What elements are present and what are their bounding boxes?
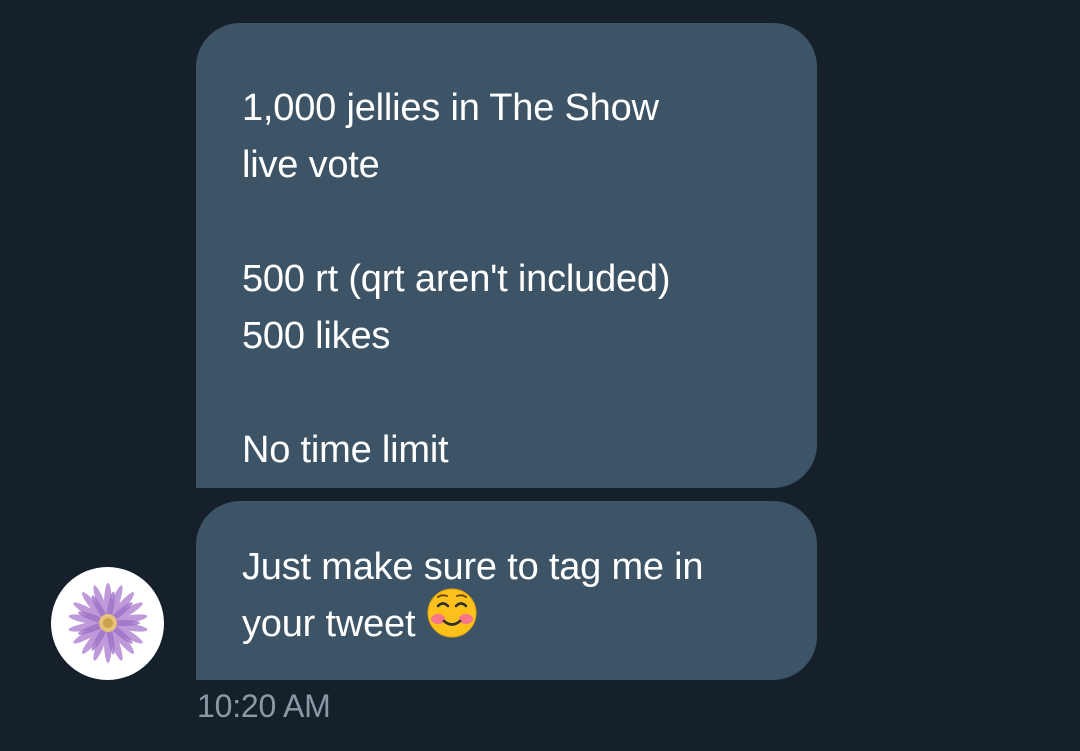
message-line: 1,000 jellies in The Show: [242, 87, 659, 129]
flower-avatar-icon: [68, 583, 148, 663]
message-line: Just make sure to tag me in: [242, 546, 704, 588]
message-line: No time limit: [242, 429, 449, 471]
smiling-blushing-emoji-icon: [427, 588, 477, 655]
dm-conversation-screen: 1,000 jellies in The Show live vote 500 …: [0, 0, 1080, 751]
message-line: 500 likes: [242, 315, 391, 357]
message-line-with-emoji: your tweet: [242, 588, 787, 655]
sender-avatar[interactable]: [51, 567, 164, 680]
message-timestamp: 10:20 AM: [197, 688, 331, 724]
message-line: 500 rt (qrt aren't included): [242, 258, 671, 300]
message-bubble[interactable]: 1,000 jellies in The Show live vote 500 …: [196, 23, 817, 488]
message-line: live vote: [242, 144, 380, 186]
message-bubble[interactable]: Just make sure to tag me in your tweet: [196, 501, 817, 680]
message-line-text: your tweet: [242, 603, 416, 645]
